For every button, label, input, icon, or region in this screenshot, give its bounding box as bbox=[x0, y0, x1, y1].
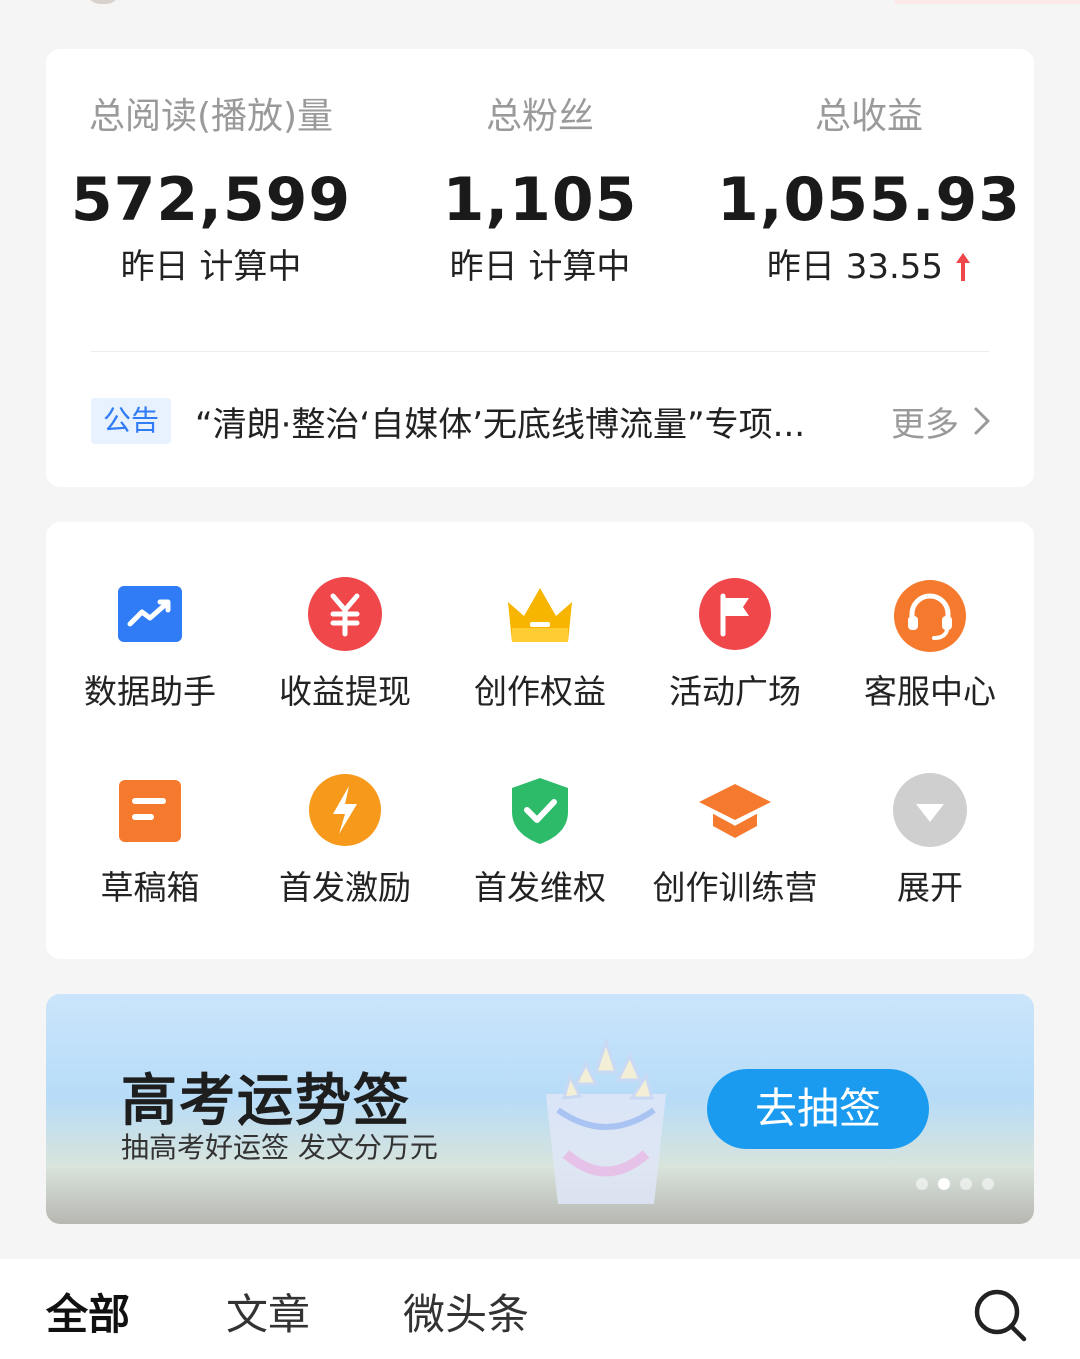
tool-income-withdraw[interactable]: 收益提现 bbox=[247, 576, 443, 714]
carousel-dot bbox=[916, 1178, 928, 1190]
stat-yesterday-text: 昨日 计算中 bbox=[120, 247, 302, 287]
stat-label: 总收益 bbox=[814, 96, 923, 137]
stat-total-fans[interactable]: 总粉丝 1,105 昨日 计算中 bbox=[375, 49, 705, 288]
banner-subtitle: 抽高考好运签 发文分万元 bbox=[121, 1131, 438, 1164]
stat-yesterday: 昨日 计算中 bbox=[46, 247, 376, 287]
carousel-dot-active bbox=[938, 1178, 950, 1190]
tool-label: 创作训练营 bbox=[652, 868, 818, 907]
up-arrow-icon bbox=[956, 253, 971, 281]
tool-first-publish-incentive[interactable]: 首发激励 bbox=[247, 772, 443, 910]
crown-icon bbox=[508, 588, 572, 642]
tab-articles[interactable]: 文章 bbox=[226, 1287, 310, 1343]
tool-activity-plaza[interactable]: 活动广场 bbox=[637, 576, 833, 714]
draft-icon bbox=[119, 780, 181, 842]
avatar-edge bbox=[86, 0, 120, 4]
headset-icon bbox=[894, 580, 966, 652]
tool-customer-service[interactable]: 客服中心 bbox=[832, 576, 1028, 714]
stat-yesterday-text: 昨日 计算中 bbox=[449, 247, 631, 287]
tool-label: 草稿箱 bbox=[100, 868, 200, 907]
flag-icon bbox=[699, 578, 771, 650]
stats-card: 总阅读(播放)量 572,599 昨日 计算中 总粉丝 1,105 昨日 计算中… bbox=[46, 49, 1034, 487]
notice-row[interactable]: 公告 “清朗·整治‘自媒体’无底线博流量”专项... 更多 bbox=[91, 393, 991, 449]
expand-icon bbox=[893, 773, 967, 847]
stat-label: 总粉丝 bbox=[485, 96, 594, 137]
tool-label: 收益提现 bbox=[279, 672, 411, 711]
stat-label: 总阅读(播放)量 bbox=[88, 96, 334, 137]
stat-total-income[interactable]: 总收益 1,055.93 昨日 33.55 bbox=[704, 49, 1034, 288]
tool-creator-training[interactable]: 创作训练营 bbox=[637, 772, 833, 910]
yuan-icon bbox=[308, 577, 382, 651]
promo-banner[interactable]: 高考运势签 抽高考好运签 发文分万元 去抽签 bbox=[46, 994, 1034, 1224]
stat-value: 1,055.93 bbox=[716, 165, 1022, 235]
carousel-dot bbox=[960, 1178, 972, 1190]
banner-title: 高考运势签 bbox=[121, 1069, 411, 1134]
chart-trend-icon bbox=[118, 586, 182, 642]
search-icon[interactable] bbox=[972, 1287, 1028, 1343]
tool-first-publish-rights[interactable]: 首发维权 bbox=[442, 772, 638, 910]
tool-label: 活动广场 bbox=[669, 672, 801, 711]
divider bbox=[91, 351, 989, 352]
content-tab-bar: 全部 文章 微头条 bbox=[0, 1259, 1080, 1359]
tool-label: 数据助手 bbox=[84, 672, 216, 711]
tool-creator-benefits[interactable]: 创作权益 bbox=[442, 576, 638, 714]
notice-more-label: 更多 bbox=[891, 404, 959, 445]
header-edge bbox=[895, 0, 1080, 4]
stat-total-reads[interactable]: 总阅读(播放)量 572,599 昨日 计算中 bbox=[46, 49, 376, 288]
tool-expand[interactable]: 展开 bbox=[832, 772, 1028, 910]
draw-lot-button[interactable]: 去抽签 bbox=[707, 1069, 929, 1149]
tool-label: 首发激励 bbox=[279, 868, 411, 907]
tools-card: 数据助手 收益提现 创作权益 活动广场 客服中心 草稿箱 首发激励 首发维权 创… bbox=[46, 522, 1034, 959]
lightning-icon bbox=[309, 774, 381, 846]
stat-value: 1,105 bbox=[442, 165, 638, 235]
notice-badge: 公告 bbox=[91, 398, 172, 444]
tab-all[interactable]: 全部 bbox=[46, 1287, 130, 1343]
tool-drafts[interactable]: 草稿箱 bbox=[52, 772, 248, 910]
shield-check-icon bbox=[512, 778, 568, 844]
notice-text[interactable]: “清朗·整治‘自媒体’无底线博流量”专项... bbox=[195, 397, 835, 446]
fortune-sticks-icon bbox=[546, 1037, 666, 1204]
tool-label: 客服中心 bbox=[864, 672, 996, 711]
notice-more-link[interactable]: 更多 bbox=[891, 397, 991, 446]
stat-yesterday: 昨日 计算中 bbox=[375, 247, 705, 287]
stat-yesterday: 昨日 33.55 bbox=[704, 247, 1034, 287]
tool-label: 首发维权 bbox=[474, 868, 606, 907]
stat-value: 572,599 bbox=[70, 165, 352, 235]
tool-label: 创作权益 bbox=[474, 672, 606, 711]
carousel-indicator bbox=[916, 1178, 994, 1190]
chevron-right-icon bbox=[974, 407, 990, 435]
stat-yesterday-text: 昨日 33.55 bbox=[766, 247, 944, 287]
graduation-cap-icon bbox=[699, 784, 771, 838]
tool-label: 展开 bbox=[897, 868, 963, 907]
carousel-dot bbox=[982, 1178, 994, 1190]
tab-micro-posts[interactable]: 微头条 bbox=[403, 1287, 529, 1343]
tool-data-assistant[interactable]: 数据助手 bbox=[52, 576, 248, 714]
